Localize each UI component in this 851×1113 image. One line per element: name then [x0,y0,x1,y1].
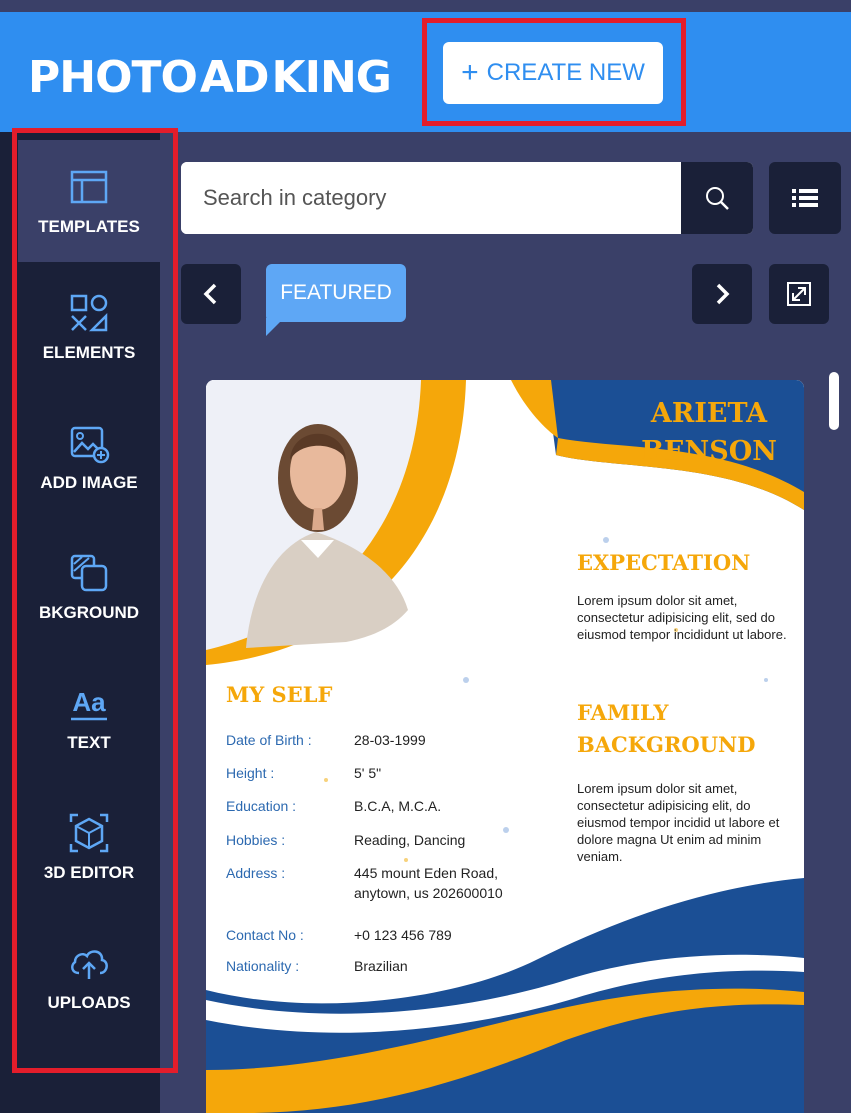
search-button[interactable] [681,162,753,234]
sidebar-item-text[interactable]: Aa TEXT [18,656,160,778]
detail-value: 28-03-1999 [354,732,426,748]
chevron-left-icon [203,283,217,305]
sidebar-label-background: BKGROUND [38,603,140,622]
logo-text-king: KING [271,52,391,103]
detail-label: Date of Birth : [226,732,312,748]
search-bar [181,162,753,234]
text-icon: Aa [71,687,107,721]
detail-label: Education : [226,798,297,814]
logo-text-photo: PHOTO [28,52,198,103]
photoadking-logo[interactable]: PHOTOADKING [28,52,392,103]
sidebar-label-uploads: UPLOADS [47,993,131,1012]
sidebar-item-add-image[interactable]: ADD IMAGE [18,396,160,518]
list-view-icon [792,189,818,207]
elements-icon [70,294,108,332]
detail-value: Brazilian [354,958,408,974]
tab-featured[interactable]: FEATURED [266,264,406,322]
sidebar-item-3d-editor[interactable]: 3D EDITOR [18,786,160,908]
app-window: PHOTOADKING + CREATE NEW TEMPLATES ELEME… [0,0,851,1113]
create-new-button[interactable]: + CREATE NEW [443,42,663,104]
detail-label: Height : [226,765,275,781]
sidebar-item-uploads[interactable]: UPLOADS [18,916,160,1038]
detail-value: Reading, Dancing [354,832,466,848]
sidebar-label-3d-editor: 3D EDITOR [43,863,135,882]
expectation-text: Lorem ipsum dolor sit amet, consectetur … [577,593,787,642]
featured-tab-tail [266,318,284,336]
family-text: Lorem ipsum dolor sit amet, consectetur … [577,781,780,864]
detail-label: Contact No : [226,927,304,943]
detail-label: Hobbies : [226,832,286,848]
expand-button[interactable] [769,264,829,324]
template-name-line2: BENSON [641,436,777,467]
create-new-label: CREATE NEW [486,59,645,86]
expectation-heading: EXPECTATION [577,550,751,575]
sidebar-label-templates: TEMPLATES [38,217,140,236]
plus-icon: + [461,56,479,89]
sidebar-item-elements[interactable]: ELEMENTS [18,266,160,388]
template-card-biodata[interactable]: ARIETA BENSON EXPECTATION Lorem ipsum do… [206,380,804,1113]
sidebar-item-background[interactable]: BKGROUND [18,526,160,648]
detail-label: Address : [226,865,286,881]
add-image-icon [70,426,110,464]
scrollbar-thumb[interactable] [829,372,839,430]
family-heading-line2: BACKGROUND [577,732,756,757]
search-icon [706,187,729,210]
sidebar-label-elements: ELEMENTS [42,343,136,362]
category-next-button[interactable] [692,264,752,324]
sidebar-label-text: TEXT [67,733,111,752]
expand-icon [787,282,811,306]
search-input[interactable] [181,162,681,234]
detail-value: B.C.A, M.C.A. [354,798,442,814]
detail-value: 5' 5" [354,765,382,781]
detail-value-line2: anytown, us 202600010 [354,885,503,901]
svg-text:Aa: Aa [72,687,106,717]
logo-mark: AD [199,52,270,103]
chevron-right-icon [716,283,730,305]
myself-heading: MY SELF [226,682,333,707]
detail-value: +0 123 456 789 [354,927,452,943]
cloud-upload-icon [70,950,108,979]
background-icon [70,554,108,592]
templates-icon [70,170,108,204]
sidebar-label-add-image: ADD IMAGE [40,473,138,492]
detail-label: Nationality : [226,958,300,974]
list-view-button[interactable] [769,162,841,234]
sidebar-item-templates[interactable]: TEMPLATES [18,140,160,262]
detail-value: 445 mount Eden Road, [354,865,498,881]
category-prev-button[interactable] [181,264,241,324]
3d-editor-icon [69,813,109,853]
template-name-line1: ARIETA [650,398,768,429]
family-heading-line1: FAMILY [577,700,669,725]
